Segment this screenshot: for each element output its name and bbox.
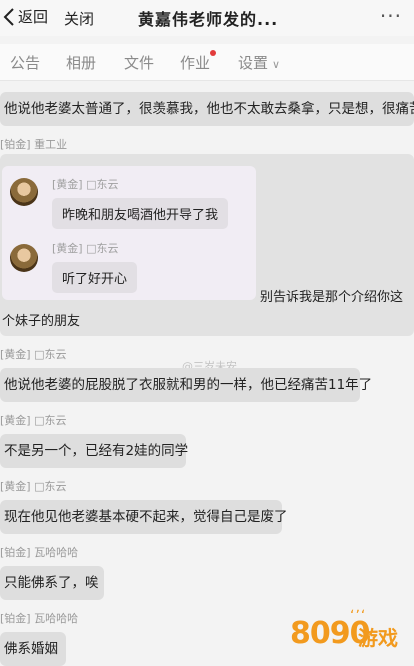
sender-name: [铂金] 瓦哈哈哈 [0,546,79,559]
tab-homework-label: 作业 [180,54,211,72]
sender-name: [铂金] 瓦哈哈哈 [0,612,79,625]
sender-name: [黄金] □东云 [0,348,67,361]
notification-dot [210,50,217,56]
message-bubble: 只能佛系了，唉 [0,566,104,600]
message-text: 别告诉我是那个介绍你这 [260,290,404,305]
top-bar: 返回 关闭 黄嘉伟老师发的... ··· [0,0,414,36]
avatar [10,178,38,206]
tab-announcement[interactable]: 公告 [10,52,40,73]
page-title: 黄嘉伟老师发的... [138,10,279,29]
quoted-sender-name: [黄金] □东云 [52,242,119,255]
tab-album[interactable]: 相册 [66,52,96,73]
message-bubble: 现在他见他老婆基本硬不起来，觉得自己是废了 [0,500,288,534]
quoted-message: 昨晚和朋友喝酒他开导了我 [52,198,229,229]
message-text: 不是另一个，已经有2娃的同学 [4,443,189,459]
quoted-message: 听了好开心 [52,262,138,293]
message-text: 佛系婚姻 [4,641,58,657]
site-logo: ʻʼʻ 8090 游戏 [290,608,410,664]
message-bubble: 不是另一个，已经有2娃的同学 [0,434,189,468]
message-bubble: 佛系婚姻 [0,632,66,666]
tab-settings-label: 设置 [238,54,269,72]
tab-files[interactable]: 文件 [124,52,154,73]
message-text: 只能佛系了，唉 [4,575,99,591]
quoted-sender-name: [黄金] □东云 [52,178,119,191]
back-label: 返回 [18,8,49,26]
group-tabs: 公告 相册 文件 作业 设置 ∨ [0,44,414,81]
tab-homework[interactable]: 作业 [180,50,217,73]
chevron-left-icon [3,7,14,26]
sender-name: [铂金] 重工业 [0,138,68,151]
chevron-down-icon: ∨ [272,58,281,71]
back-button[interactable]: 返回 [2,6,48,27]
sender-name: [黄金] □东云 [0,480,67,493]
sender-name: [黄金] □东云 [0,414,67,427]
message-bubble: 他说他老婆太普通了，很羡慕我，他也不太敢去桑拿，只是想，很痛苦 [0,92,414,126]
message-text: 现在他见他老婆基本硬不起来，觉得自己是废了 [4,509,288,525]
message-text: 他说他老婆太普通了，很羡慕我，他也不太敢去桑拿，只是想，很痛苦 [4,101,414,117]
quoted-chat-card[interactable]: [黄金] □东云 昨晚和朋友喝酒他开导了我 [黄金] □东云 听了好开心 [2,166,256,300]
logo-text: 游戏 [358,626,398,650]
message-text: 个妹子的朋友 [2,314,81,329]
more-icon[interactable]: ··· [380,4,402,28]
close-button[interactable]: 关闭 [64,8,94,29]
avatar [10,244,38,272]
message-bubble: 他说他老婆的屁股脱了衣服就和男的一样，他已经痛苦11年了 [0,368,372,402]
tab-settings[interactable]: 设置 ∨ [238,52,280,73]
message-text: 他说他老婆的屁股脱了衣服就和男的一样，他已经痛苦11年了 [4,377,373,393]
